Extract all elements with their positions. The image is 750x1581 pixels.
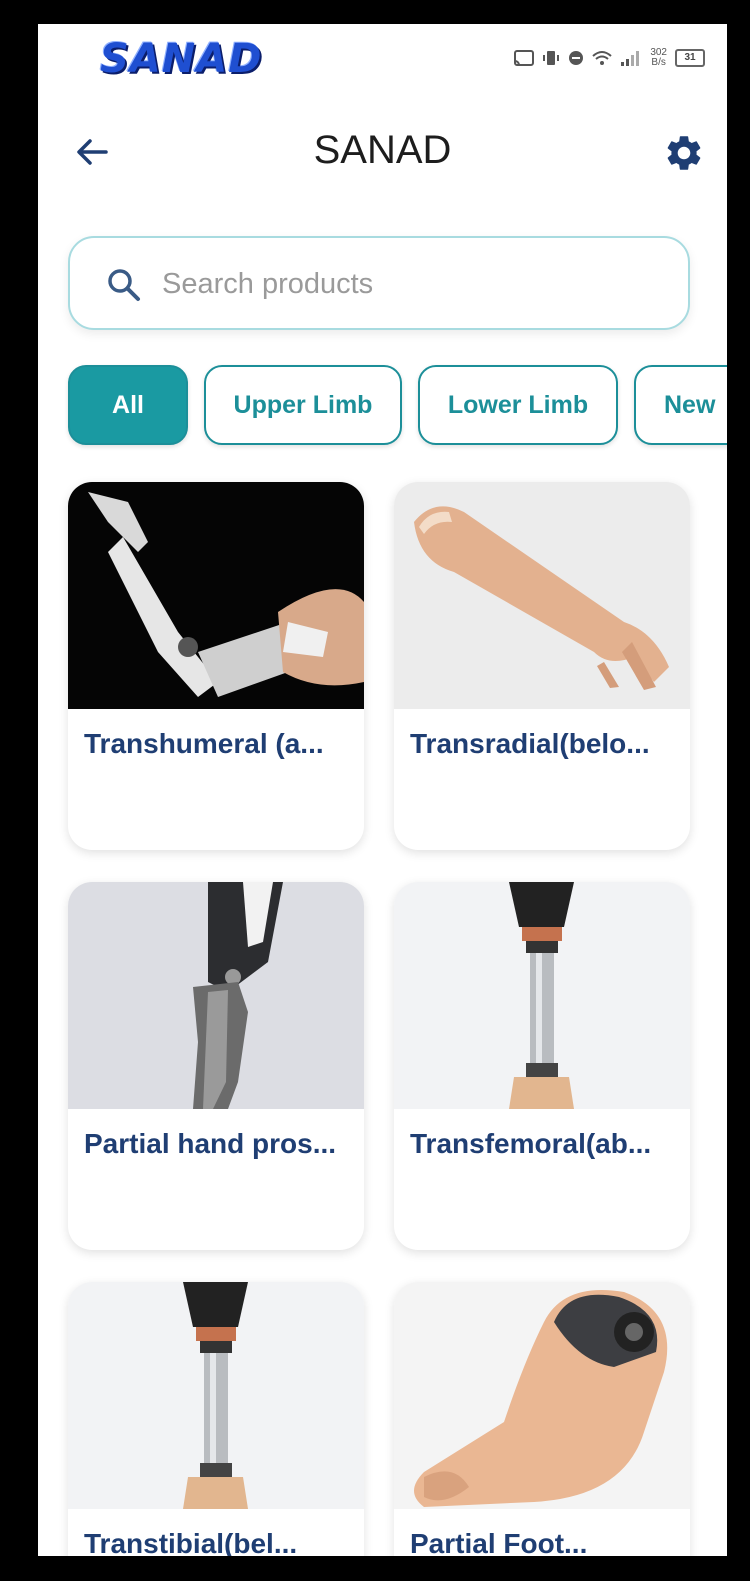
sanad-logo: SANAD xyxy=(100,36,263,82)
product-card[interactable]: Transfemoral(ab... xyxy=(394,882,690,1250)
do-not-disturb-icon xyxy=(569,51,584,65)
product-name: Partial hand pros... xyxy=(84,1128,337,1159)
product-card[interactable]: Transtibial(bel... xyxy=(68,1282,364,1556)
chip-lower-limb[interactable]: Lower Limb xyxy=(418,365,618,445)
product-card[interactable]: Partial Foot... xyxy=(394,1282,690,1556)
product-image-transfemoral xyxy=(394,882,690,1109)
search-input[interactable] xyxy=(160,260,664,308)
gear-icon[interactable] xyxy=(663,132,705,174)
product-name: Transfemoral(ab... xyxy=(410,1128,652,1159)
product-image-cosmetic-arm xyxy=(394,482,690,709)
product-card[interactable]: Transradial(belo... xyxy=(394,482,690,850)
chip-new[interactable]: New xyxy=(634,365,727,445)
search-icon xyxy=(108,269,140,301)
page-title: SANAD xyxy=(313,128,452,172)
app-screen: SANAD 302 B/s 31 SANAD All Upper Limb Lo… xyxy=(38,24,727,1556)
chip-upper-limb[interactable]: Upper Limb xyxy=(204,365,402,445)
wifi-icon xyxy=(592,51,612,65)
product-image-transtibial xyxy=(68,1282,364,1509)
category-filter-chips: All Upper Limb Lower Limb New xyxy=(68,365,727,449)
signal-icon xyxy=(621,51,640,66)
battery-indicator: 31 xyxy=(675,49,705,67)
chip-all[interactable]: All xyxy=(68,365,188,445)
net-speed: 302 B/s xyxy=(650,47,667,68)
product-name: Transhumeral (a... xyxy=(84,728,324,759)
status-bar-icons: 302 B/s 31 xyxy=(514,48,705,68)
search-bar[interactable] xyxy=(68,236,690,330)
product-card[interactable]: Transhumeral (a... xyxy=(68,482,364,850)
product-image-partial-foot xyxy=(394,1282,690,1509)
product-name: Partial Foot... xyxy=(410,1528,588,1556)
vibrate-icon xyxy=(543,51,560,65)
product-card[interactable]: Partial hand pros... xyxy=(68,882,364,1250)
cast-icon xyxy=(514,50,535,66)
product-image-leg-prosthesis xyxy=(68,882,364,1109)
product-name: Transtibial(bel... xyxy=(84,1528,298,1556)
product-name: Transradial(belo... xyxy=(410,728,650,759)
product-image-bionic-arm xyxy=(68,482,364,709)
